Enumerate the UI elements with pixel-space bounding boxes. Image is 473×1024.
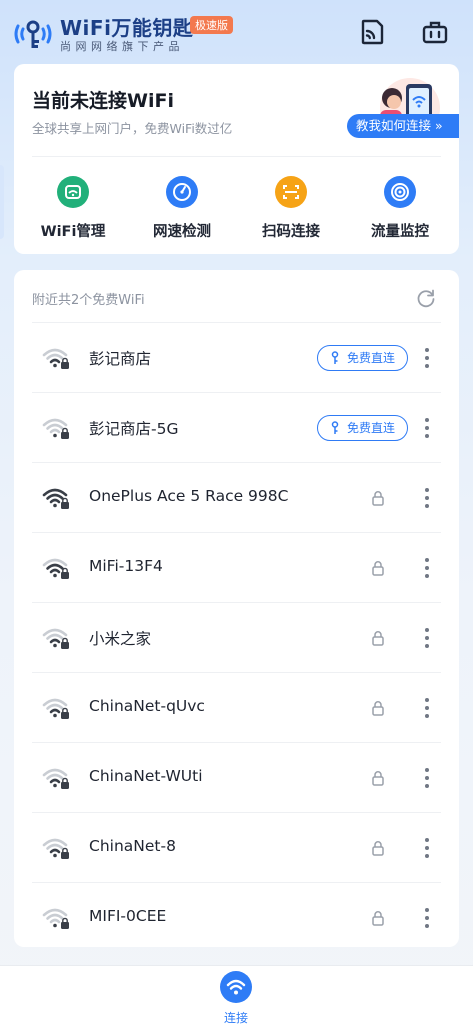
- wifi-row[interactable]: MiFi-13F4: [32, 533, 441, 603]
- lock-icon: [372, 491, 384, 506]
- speed-edition-badge: 极速版: [190, 16, 233, 34]
- wifi-row[interactable]: 彭记商店 免费直连: [32, 323, 441, 393]
- lock-icon: [372, 631, 384, 646]
- wifi-name: MIFI-0CEE: [89, 907, 167, 925]
- wifi-name: 彭记商店-5G: [89, 420, 179, 438]
- wifi-list: 彭记商店 免费直连 彭记商店-5G 免费直连 OnePlus Ace 5 Race 99…: [14, 323, 459, 953]
- wifi-name: ChinaNet-qUvc: [89, 697, 205, 715]
- traffic-monitor-icon: [384, 176, 416, 208]
- more-options-icon[interactable]: [420, 762, 434, 794]
- wifi-name: 彭记商店: [89, 350, 152, 368]
- wifi-row[interactable]: ChinaNet-WUti: [32, 743, 441, 813]
- wifi-row[interactable]: ChinaNet-qUvc: [32, 673, 441, 743]
- more-options-icon[interactable]: [420, 692, 434, 724]
- scan-code-icon: [275, 176, 307, 208]
- qa-speed-test[interactable]: 网速检测: [132, 168, 232, 241]
- wifi-name: ChinaNet-8: [89, 837, 176, 855]
- brand-subtitle: 尚网网络旗下产品: [60, 40, 184, 53]
- edge-marker: [0, 165, 4, 239]
- status-title: 当前未连接WiFi: [32, 90, 174, 112]
- wifi-signal-icon: [42, 768, 69, 789]
- qa-label: 流量监控: [371, 224, 429, 240]
- app-header: WiFi万能钥匙 极速版 尚网网络旗下产品: [0, 0, 473, 64]
- toolbox-button[interactable]: [419, 16, 451, 48]
- qa-scan-connect[interactable]: 扫码连接: [241, 168, 341, 241]
- wifi-list-card: 附近共2个免费WiFi 彭记商店 免费直连 彭记商店-5G 免费直连 OnePlus A…: [14, 270, 459, 947]
- wifi-name: MiFi-13F4: [89, 557, 163, 575]
- connection-status-card: 当前未连接WiFi 全球共享上网门户，免费WiFi数过亿 教我如何连接 » Wi…: [14, 64, 459, 254]
- lock-icon: [372, 701, 384, 716]
- lock-icon: [372, 771, 384, 786]
- nearby-wifi-count: 附近共2个免费WiFi: [32, 293, 145, 308]
- tab-connect-label: 连接: [223, 1011, 248, 1024]
- key-icon: [331, 421, 339, 434]
- toolbox-icon: [422, 21, 448, 44]
- free-connect-label: 免费直连: [347, 351, 396, 365]
- scan-icon: [361, 19, 384, 45]
- qa-wifi-manage[interactable]: WiFi管理: [23, 168, 123, 241]
- wifi-signal-icon: [42, 488, 69, 509]
- free-connect-button[interactable]: 免费直连: [317, 415, 408, 441]
- free-connect-label: 免费直连: [347, 421, 396, 435]
- brand-title: WiFi万能钥匙: [60, 16, 194, 40]
- qa-label: WiFi管理: [40, 224, 106, 240]
- wifi-signal-icon: [42, 838, 69, 859]
- wifi-signal-icon: [42, 698, 69, 719]
- qa-traffic-monitor[interactable]: 流量监控: [350, 168, 450, 241]
- speedometer-icon: [166, 176, 198, 208]
- more-options-icon[interactable]: [420, 482, 434, 514]
- wifi-row[interactable]: MIFI-0CEE: [32, 883, 441, 953]
- more-options-icon[interactable]: [420, 412, 434, 444]
- wifi-signal-icon: [42, 348, 69, 369]
- card-divider: [32, 156, 441, 157]
- wifi-row[interactable]: 彭记商店-5G 免费直连: [32, 393, 441, 463]
- more-options-icon[interactable]: [420, 902, 434, 934]
- free-connect-button[interactable]: 免费直连: [317, 345, 408, 371]
- wifi-signal-icon: [42, 418, 69, 439]
- more-options-icon[interactable]: [420, 552, 434, 584]
- more-options-icon[interactable]: [420, 622, 434, 654]
- wifi-icon: [220, 971, 252, 1003]
- tab-connect[interactable]: 连接: [206, 971, 266, 1024]
- wifi-name: ChinaNet-WUti: [89, 767, 203, 785]
- wifi-row[interactable]: ChinaNet-8: [32, 813, 441, 883]
- wifi-signal-icon: [42, 908, 69, 929]
- lock-icon: [372, 841, 384, 856]
- wifi-row[interactable]: 小米之家: [32, 603, 441, 673]
- more-options-icon[interactable]: [420, 342, 434, 374]
- wifi-signal-icon: [42, 558, 69, 579]
- wifi-row[interactable]: OnePlus Ace 5 Race 998C: [32, 463, 441, 533]
- qa-label: 扫码连接: [262, 224, 320, 240]
- wifi-name: 小米之家: [89, 630, 152, 648]
- phone-illustration-icon: [380, 78, 440, 138]
- wifi-key-logo-icon: [14, 20, 52, 48]
- bottom-nav: 连接: [0, 965, 473, 1024]
- lock-icon: [372, 561, 384, 576]
- key-icon: [331, 351, 339, 364]
- wifi-name: OnePlus Ace 5 Race 998C: [89, 487, 289, 505]
- quick-actions: WiFi管理 网速检测 扫码连接 流量监控: [14, 168, 459, 248]
- wifi-manage-icon: [57, 176, 89, 208]
- scan-button[interactable]: [356, 16, 388, 48]
- lock-icon: [372, 911, 384, 926]
- status-subtitle: 全球共享上网门户，免费WiFi数过亿: [32, 121, 233, 136]
- qa-label: 网速检测: [153, 224, 211, 240]
- more-options-icon[interactable]: [420, 832, 434, 864]
- teach-connect-button[interactable]: 教我如何连接 »: [347, 114, 459, 138]
- refresh-icon[interactable]: [415, 287, 437, 309]
- wifi-signal-icon: [42, 628, 69, 649]
